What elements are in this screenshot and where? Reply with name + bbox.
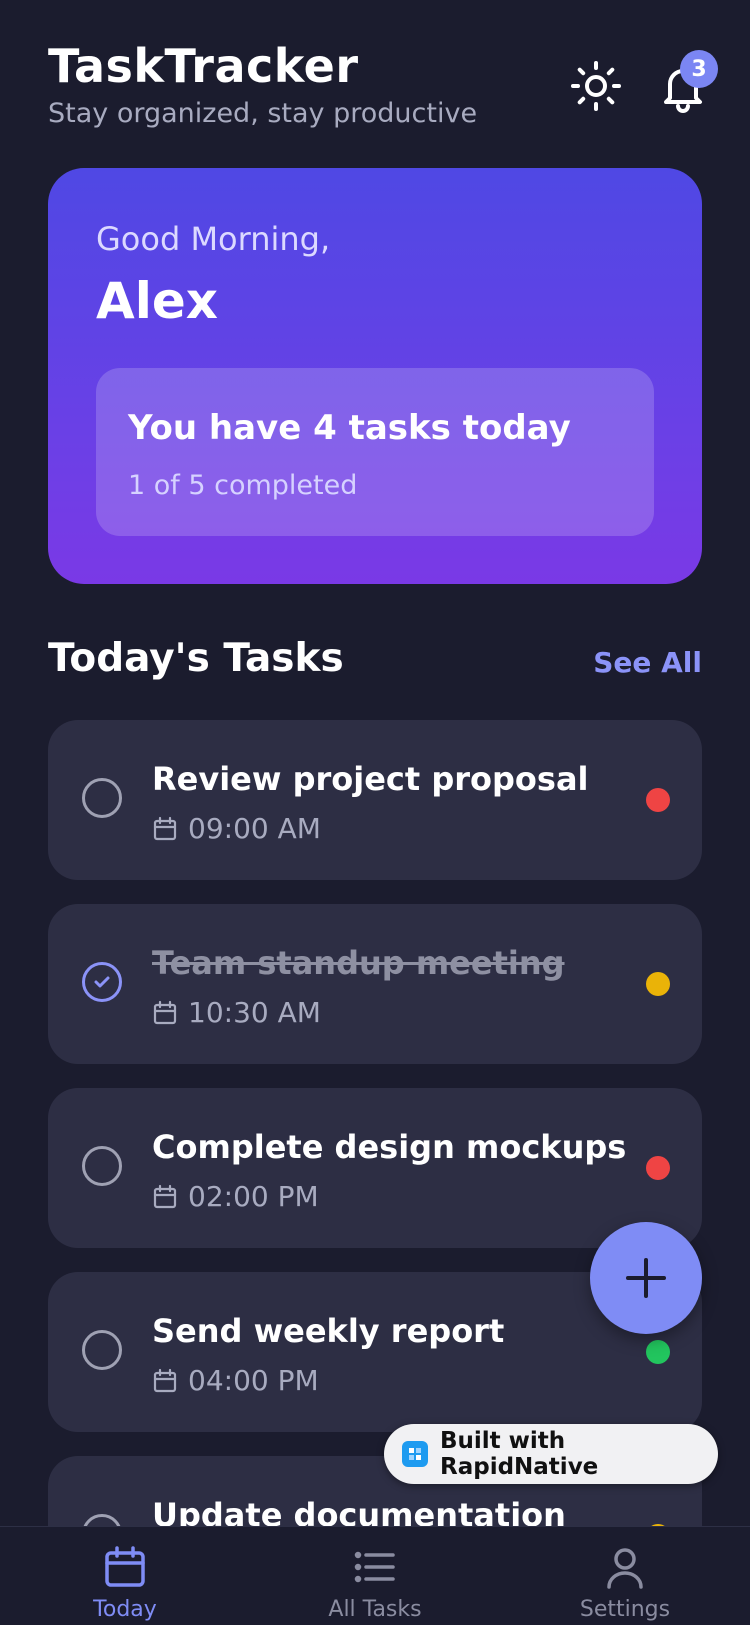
rapidnative-logo-icon	[402, 1441, 428, 1467]
task-card[interactable]: Review project proposal 09:00 AM	[48, 720, 702, 880]
check-icon	[94, 976, 110, 988]
notification-count-badge: 3	[680, 50, 718, 88]
theme-toggle-button[interactable]	[570, 60, 622, 112]
calendar-icon	[153, 816, 177, 840]
priority-indicator	[646, 972, 670, 996]
tab-all-tasks[interactable]: All Tasks	[295, 1545, 455, 1622]
task-checkbox[interactable]	[82, 1146, 122, 1186]
task-title: Team standup meeting	[152, 944, 565, 982]
task-card[interactable]: Team standup meeting 10:30 AM	[48, 904, 702, 1064]
task-time: 02:00 PM	[152, 1180, 319, 1213]
task-card[interactable]: Complete design mockups 02:00 PM	[48, 1088, 702, 1248]
calendar-icon	[153, 1368, 177, 1392]
task-time-text: 04:00 PM	[188, 1364, 319, 1397]
add-task-button[interactable]	[590, 1222, 702, 1334]
task-checkbox[interactable]	[82, 962, 122, 1002]
notifications-button[interactable]: 3	[656, 50, 718, 114]
calendar-icon	[153, 1184, 177, 1208]
priority-indicator	[646, 788, 670, 812]
built-with-label: Built with RapidNative	[440, 1428, 599, 1480]
greeting-card: Good Morning, Alex You have 4 tasks toda…	[48, 168, 702, 584]
see-all-link[interactable]: See All	[593, 646, 702, 679]
sun-icon	[571, 61, 621, 111]
tab-settings[interactable]: Settings	[545, 1545, 705, 1622]
plus-icon	[626, 1258, 666, 1298]
user-name: Alex	[96, 272, 218, 330]
calendar-icon	[105, 1546, 145, 1587]
task-time-text: 09:00 AM	[188, 812, 321, 845]
header: TaskTracker Stay organized, stay product…	[48, 38, 718, 138]
summary-progress: 1 of 5 completed	[128, 470, 358, 501]
priority-indicator	[646, 1156, 670, 1180]
section-title: Today's Tasks	[48, 636, 344, 681]
task-title: Complete design mockups	[152, 1128, 627, 1166]
built-with-badge[interactable]: Built with RapidNative	[384, 1424, 718, 1484]
task-time: 04:00 PM	[152, 1364, 319, 1397]
task-summary-card: You have 4 tasks today 1 of 5 completed	[96, 368, 654, 536]
task-time: 10:30 AM	[152, 996, 321, 1029]
tab-today[interactable]: Today	[45, 1545, 205, 1622]
task-checkbox[interactable]	[82, 1330, 122, 1370]
task-title: Review project proposal	[152, 760, 589, 798]
task-time: 09:00 AM	[152, 812, 321, 845]
tab-label: Settings	[579, 1597, 671, 1622]
calendar-icon	[153, 1000, 177, 1024]
tab-label: Today	[93, 1597, 157, 1622]
list-icon	[354, 1551, 395, 1583]
greeting-text: Good Morning,	[96, 220, 331, 258]
task-title: Send weekly report	[152, 1312, 505, 1350]
summary-title: You have 4 tasks today	[128, 408, 571, 448]
task-time-text: 10:30 AM	[188, 996, 321, 1029]
user-icon	[607, 1548, 643, 1589]
tab-label: All Tasks	[328, 1597, 422, 1622]
priority-indicator	[646, 1340, 670, 1364]
task-checkbox[interactable]	[82, 778, 122, 818]
task-time-text: 02:00 PM	[188, 1180, 319, 1213]
bottom-tab-bar: Today All Tasks Settings	[0, 1526, 750, 1625]
